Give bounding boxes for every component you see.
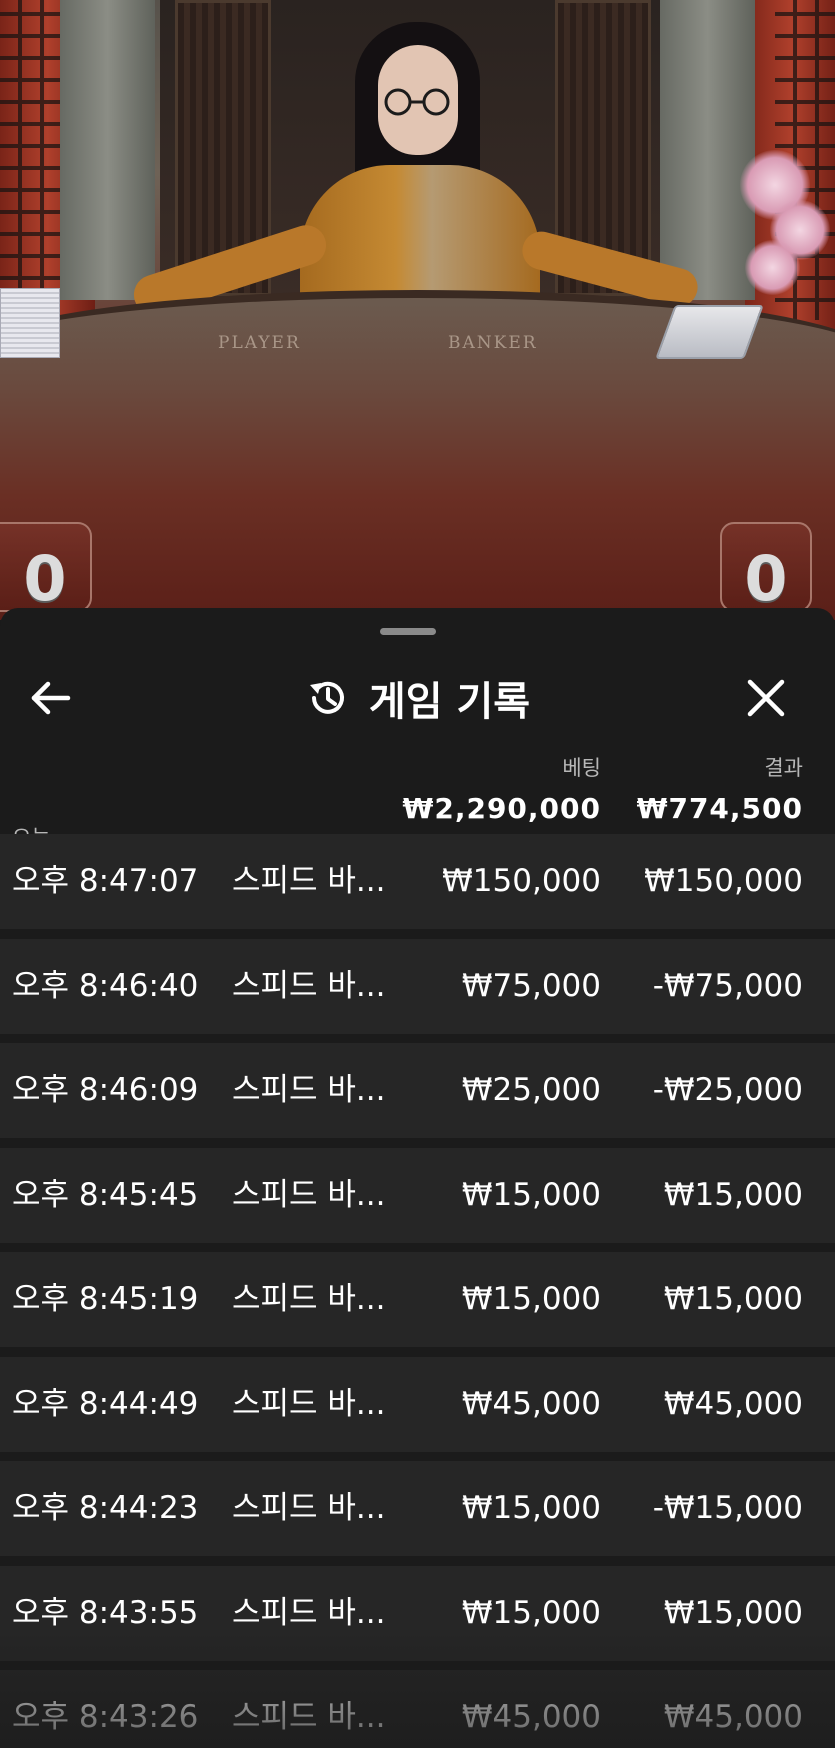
row-result: -₩75,000 [652, 967, 803, 1004]
close-x-icon [747, 679, 785, 717]
table-label-player: PLAYER [218, 333, 301, 353]
row-bet: ₩15,000 [461, 1281, 601, 1317]
back-button[interactable] [18, 666, 82, 730]
history-row[interactable]: 오후 8:45:19 스피드 바... ₩15,000 ₩15,000 [0, 1252, 835, 1347]
history-row[interactable]: 오후 8:47:07 스피드 바... ₩150,000 ₩150,000 [0, 834, 835, 929]
pillar-left [60, 0, 155, 300]
column-header-bet: 베팅 [562, 756, 601, 780]
history-row[interactable]: 오후 8:46:40 스피드 바... ₩75,000 -₩75,000 [0, 938, 835, 1034]
total-bet-amount: ₩2,290,000 [402, 792, 601, 825]
drag-handle[interactable] [380, 628, 436, 635]
row-bet: ₩45,000 [461, 1699, 601, 1735]
row-result: -₩15,000 [652, 1490, 803, 1526]
row-time: 오후 8:46:40 [12, 967, 199, 1004]
row-time: 오후 8:47:07 [12, 863, 199, 899]
row-time: 오후 8:44:23 [12, 1490, 199, 1526]
row-game: 스피드 바... [232, 1594, 386, 1631]
row-bet: ₩75,000 [461, 967, 601, 1004]
column-header-result: 결과 [764, 756, 803, 780]
row-game: 스피드 바... [232, 967, 386, 1004]
row-result: ₩45,000 [663, 1385, 803, 1422]
row-time: 오후 8:43:55 [12, 1594, 199, 1631]
row-bet: ₩25,000 [461, 1072, 601, 1108]
history-list: 오후 8:47:07 스피드 바... ₩150,000 ₩150,000 오후… [0, 834, 835, 1748]
row-bet: ₩15,000 [461, 1490, 601, 1526]
lattice-screen-left [0, 0, 60, 320]
row-time: 오후 8:45:19 [12, 1281, 199, 1317]
dealer-glasses [384, 88, 450, 116]
history-row[interactable]: 오후 8:45:45 스피드 바... ₩15,000 ₩15,000 [0, 1147, 835, 1243]
close-button[interactable] [734, 666, 798, 730]
player-score: 0 [0, 522, 92, 615]
row-game: 스피드 바... [232, 1699, 386, 1735]
row-result: -₩25,000 [652, 1072, 803, 1108]
panel-title-group: 게임 기록 [0, 658, 835, 738]
history-row[interactable]: 오후 8:46:09 스피드 바... ₩25,000 -₩25,000 [0, 1043, 835, 1138]
row-bet: ₩45,000 [461, 1385, 601, 1422]
row-time: 오후 8:45:45 [12, 1176, 199, 1213]
row-result: ₩15,000 [663, 1281, 803, 1317]
row-bet: ₩15,000 [461, 1176, 601, 1213]
dealer-body [300, 165, 540, 305]
row-game: 스피드 바... [232, 1385, 386, 1422]
history-row[interactable]: 오후 8:43:55 스피드 바... ₩15,000 ₩15,000 [0, 1565, 835, 1661]
row-game: 스피드 바... [232, 1072, 386, 1108]
history-summary: 베팅 결과 오늘 ₩2,290,000 ₩774,500 [0, 738, 835, 850]
row-bet: ₩15,000 [461, 1594, 601, 1631]
history-row[interactable]: 오후 8:43:26 스피드 바... ₩45,000 ₩45,000 [0, 1670, 835, 1748]
panel-header: 게임 기록 [0, 658, 835, 738]
row-time: 오후 8:44:49 [12, 1385, 199, 1422]
row-bet: ₩150,000 [442, 863, 601, 899]
row-time: 오후 8:46:09 [12, 1072, 199, 1108]
table-label-banker: BANKER [448, 333, 538, 353]
history-clock-icon [309, 681, 344, 714]
card-deck-stack [0, 288, 60, 358]
total-result-amount: ₩774,500 [636, 792, 803, 825]
panel-title: 게임 기록 [368, 679, 531, 725]
row-game: 스피드 바... [232, 1281, 386, 1317]
pillar-right [660, 0, 755, 300]
history-row[interactable]: 오후 8:44:23 스피드 바... ₩15,000 -₩15,000 [0, 1461, 835, 1556]
arrow-left-icon [31, 681, 71, 715]
live-video-feed: PLAYER BANKER 0 0 [0, 0, 835, 620]
row-result: ₩15,000 [663, 1594, 803, 1631]
row-result: ₩45,000 [663, 1699, 803, 1735]
banker-score: 0 [720, 522, 812, 615]
row-result: ₩15,000 [663, 1176, 803, 1213]
row-time: 오후 8:43:26 [12, 1699, 199, 1735]
history-row[interactable]: 오후 8:44:49 스피드 바... ₩45,000 ₩45,000 [0, 1356, 835, 1452]
blossom-decoration [745, 240, 800, 295]
row-result: ₩150,000 [644, 863, 803, 899]
row-game: 스피드 바... [232, 1176, 386, 1213]
game-history-panel: 게임 기록 베팅 결과 오늘 ₩2,290,000 ₩774,500 오후 8:… [0, 608, 835, 1748]
row-game: 스피드 바... [232, 1490, 386, 1526]
row-game: 스피드 바... [232, 863, 386, 899]
